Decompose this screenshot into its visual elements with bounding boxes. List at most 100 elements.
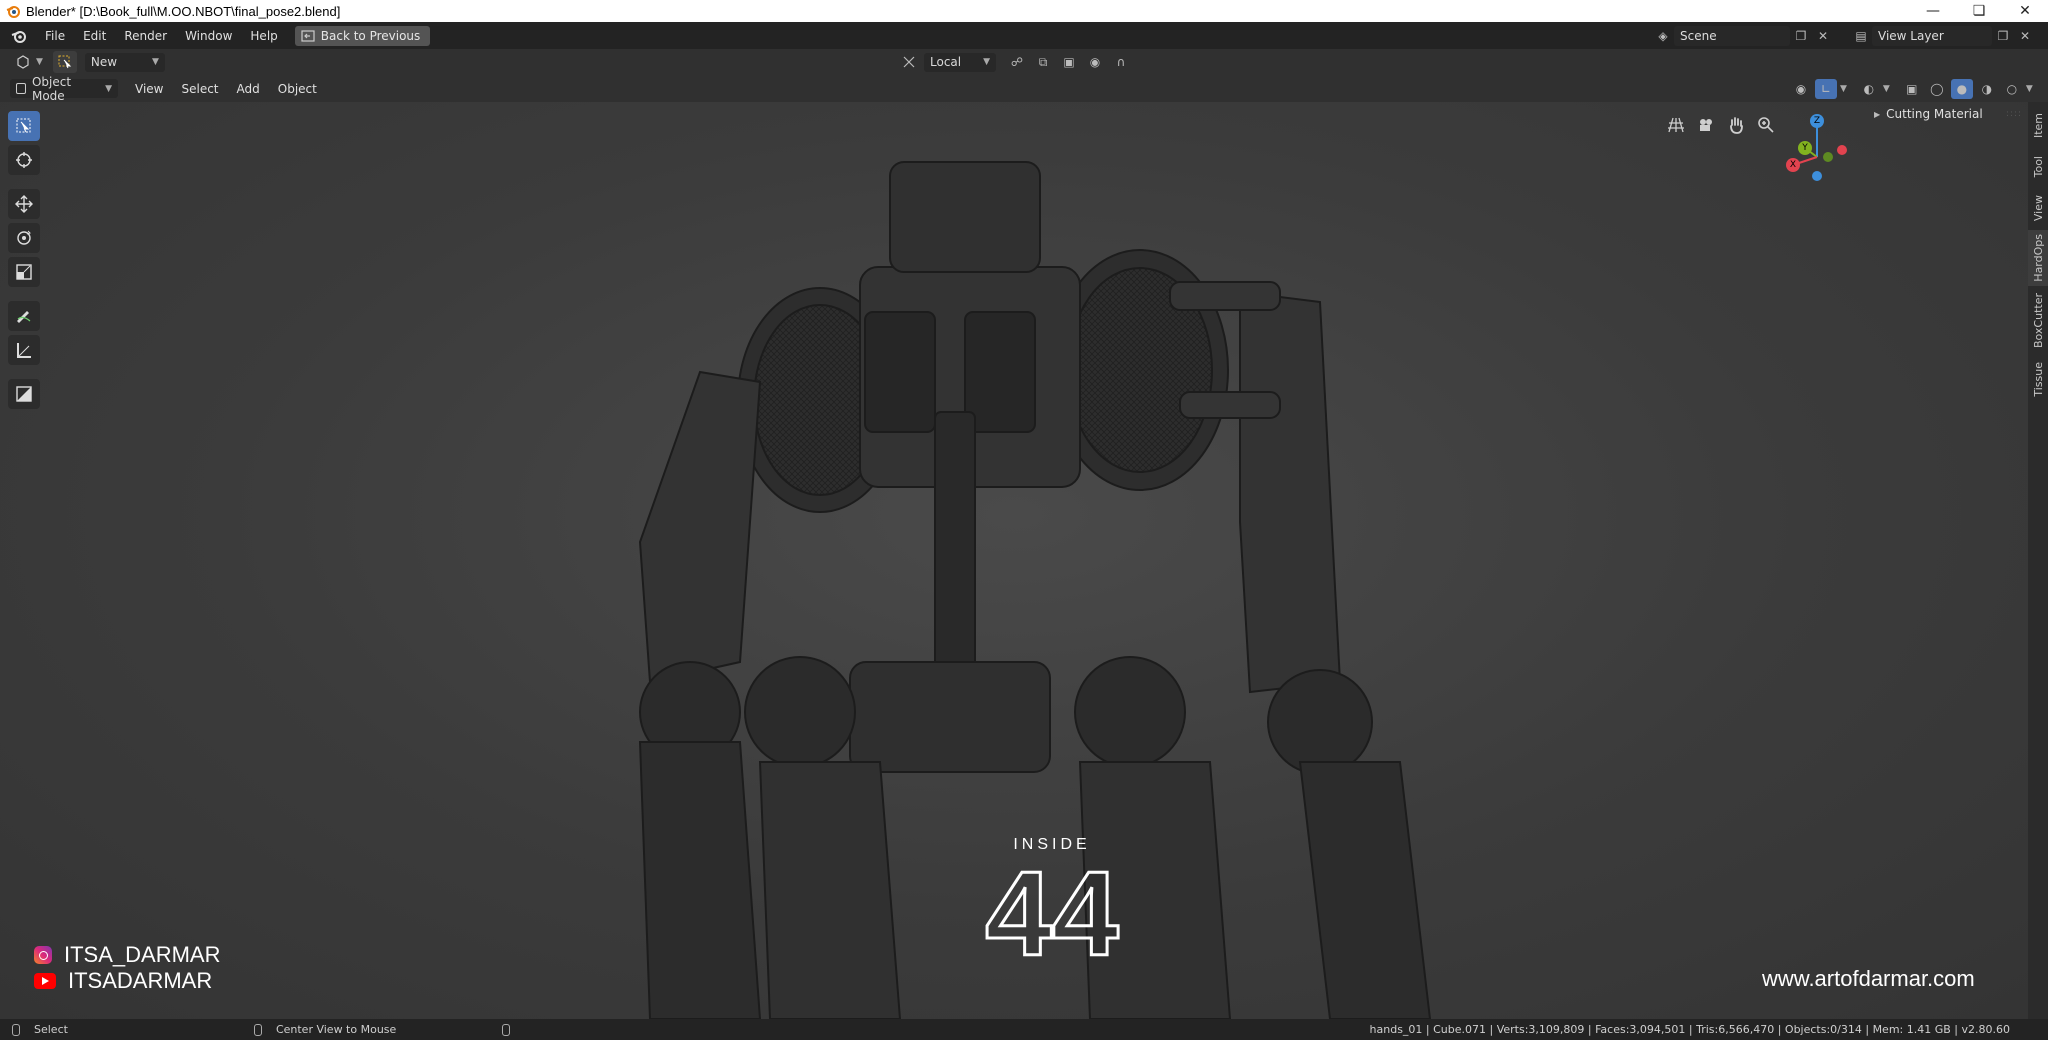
rendered-shading-icon[interactable]: ○ <box>2001 79 2023 99</box>
top-menu-bar: File Edit Render Window Help Back to Pre… <box>0 22 2048 49</box>
scene-selector[interactable]: ◈ Scene ❐ ✕ <box>1652 25 1834 46</box>
chevron-down-icon: ▼ <box>152 57 159 67</box>
gizmo-toggle-icon[interactable]: ∟ <box>1815 78 1837 99</box>
overlays-icon[interactable]: ◐ <box>1858 79 1880 99</box>
new-brush-dropdown[interactable]: New ▼ <box>84 52 165 72</box>
falloff-icon[interactable]: ∩ <box>1110 52 1132 72</box>
blender-logo-icon[interactable] <box>8 25 30 47</box>
navigation-gizmo[interactable]: Z Y X <box>1775 112 1855 192</box>
status-select-hint: Select <box>34 1023 68 1036</box>
tab-boxcutter[interactable]: BoxCutter <box>2028 288 2048 354</box>
scene-name: Scene <box>1680 28 1717 43</box>
snap-icon[interactable]: ⧉ <box>1032 52 1054 72</box>
drag-handle-icon[interactable]: :::: <box>2006 109 2022 119</box>
transform-orientation-value: Local <box>930 55 962 69</box>
tab-item[interactable]: Item <box>2028 106 2048 146</box>
menu-view[interactable]: View <box>126 78 172 100</box>
chevron-down-icon: ▼ <box>36 57 43 67</box>
menu-help[interactable]: Help <box>241 25 286 47</box>
pan-hand-icon[interactable] <box>1723 112 1749 138</box>
back-icon <box>301 29 315 42</box>
gizmo-y-axis[interactable]: Y <box>1798 141 1812 155</box>
cursor-tool[interactable] <box>8 145 40 175</box>
object-mode-dropdown[interactable]: Object Mode ▼ <box>10 75 118 103</box>
instagram-text: ITSA_DARMAR <box>64 942 221 967</box>
minimize-button[interactable]: — <box>1910 0 1956 22</box>
gizmo-z-axis[interactable]: Z <box>1810 114 1824 128</box>
visibility-eye-icon[interactable]: ◉ <box>1790 79 1812 99</box>
close-button[interactable]: ✕ <box>2002 0 2048 22</box>
chevron-down-icon[interactable]: ▼ <box>2026 84 2033 94</box>
gizmo-x-axis[interactable]: X <box>1786 158 1800 172</box>
scale-icon <box>16 264 32 280</box>
tab-view[interactable]: View <box>2028 188 2048 228</box>
back-to-previous-button[interactable]: Back to Previous <box>294 25 431 46</box>
tab-hardops[interactable]: HardOps <box>2028 230 2048 286</box>
menu-file[interactable]: File <box>36 25 74 47</box>
scale-tool[interactable] <box>8 257 40 287</box>
select-tool[interactable] <box>8 111 40 141</box>
xray-toggle-icon[interactable]: ▣ <box>1901 79 1923 99</box>
rotate-tool[interactable] <box>8 223 40 253</box>
material-shading-icon[interactable]: ◑ <box>1976 79 1998 99</box>
select-box-tool-icon[interactable] <box>52 51 77 73</box>
restore-button[interactable]: ❏ <box>1956 0 2002 22</box>
cube-add-icon <box>16 386 32 402</box>
instagram-handle: ITSA_DARMAR <box>34 942 220 968</box>
annotate-tool[interactable] <box>8 301 40 331</box>
pivot-point-icon[interactable]: ☍ <box>1006 52 1028 72</box>
object-mode-icon <box>16 83 26 94</box>
3d-viewport[interactable]: Z Y X ▶ Cutting Material :::: ITSA_DARMA… <box>0 102 2028 1019</box>
add-cube-tool[interactable] <box>8 379 40 409</box>
delete-view-layer-icon[interactable]: ✕ <box>2014 26 2036 46</box>
chevron-down-icon: ▼ <box>983 57 990 67</box>
mouse-left-icon <box>12 1023 20 1036</box>
scene-name-field[interactable]: Scene <box>1674 25 1790 46</box>
editor-type-dropdown[interactable]: ▼ <box>10 53 49 72</box>
toggle-grid-icon[interactable] <box>1663 112 1689 138</box>
delete-scene-icon[interactable]: ✕ <box>1812 26 1834 46</box>
snap-element-icon[interactable]: ▣ <box>1058 52 1080 72</box>
instagram-icon <box>34 946 52 964</box>
back-to-previous-label: Back to Previous <box>320 28 421 43</box>
youtube-icon <box>34 973 56 989</box>
proportional-editing-icon[interactable]: ◉ <box>1084 52 1106 72</box>
viewport-header: Object Mode ▼ View Select Add Object ◉ ∟… <box>0 75 2048 103</box>
wireframe-shading-icon[interactable]: ◯ <box>1926 79 1948 99</box>
tab-tissue[interactable]: Tissue <box>2028 356 2048 402</box>
website-text: www.artofdarmar.com <box>1762 966 1975 991</box>
solid-shading-icon[interactable]: ● <box>1950 78 1973 99</box>
new-view-layer-icon[interactable]: ❐ <box>1992 26 2014 46</box>
3d-viewport-icon <box>17 55 29 69</box>
orientation-icon <box>898 52 920 72</box>
cutting-material-title: Cutting Material <box>1886 107 1983 121</box>
view-layer-field[interactable]: View Layer <box>1872 25 1992 46</box>
sidebar-tabs: Item Tool View HardOps BoxCutter Tissue <box>2028 102 2048 1019</box>
menu-select[interactable]: Select <box>172 78 227 100</box>
annotate-pencil-icon <box>17 311 31 323</box>
scene-statistics: hands_01 | Cube.071 | Verts:3,109,809 | … <box>1369 1023 2010 1036</box>
cursor-select-icon <box>16 118 31 133</box>
measure-tool[interactable] <box>8 335 40 365</box>
menu-add[interactable]: Add <box>228 78 269 100</box>
chevron-down-icon[interactable]: ▼ <box>1840 84 1847 94</box>
object-mode-label: Object Mode <box>31 74 72 103</box>
measure-ruler-icon <box>17 343 31 358</box>
tab-tool[interactable]: Tool <box>2028 148 2048 186</box>
menu-object[interactable]: Object <box>269 78 326 100</box>
chevron-down-icon: ▼ <box>105 83 112 94</box>
new-scene-icon[interactable]: ❐ <box>1790 26 1812 46</box>
transform-orientation-dropdown[interactable]: Local ▼ <box>924 52 996 72</box>
mouse-right-icon <box>502 1023 511 1036</box>
camera-view-icon[interactable] <box>1693 112 1719 138</box>
menu-window[interactable]: Window <box>176 25 241 47</box>
tool-header: ▼ New ▼ Local ▼ ☍ ⧉ ▣ ◉ ∩ <box>0 49 2048 75</box>
chevron-down-icon[interactable]: ▼ <box>1883 84 1890 94</box>
rotate-icon <box>17 230 31 245</box>
mouse-middle-icon <box>253 1023 262 1036</box>
menu-render[interactable]: Render <box>115 25 176 47</box>
move-tool[interactable] <box>8 189 40 219</box>
view-layer-selector[interactable]: ▤ View Layer ❐ ✕ <box>1850 25 2036 46</box>
menu-edit[interactable]: Edit <box>74 25 115 47</box>
cutting-material-panel[interactable]: ▶ Cutting Material :::: <box>1866 104 2022 124</box>
